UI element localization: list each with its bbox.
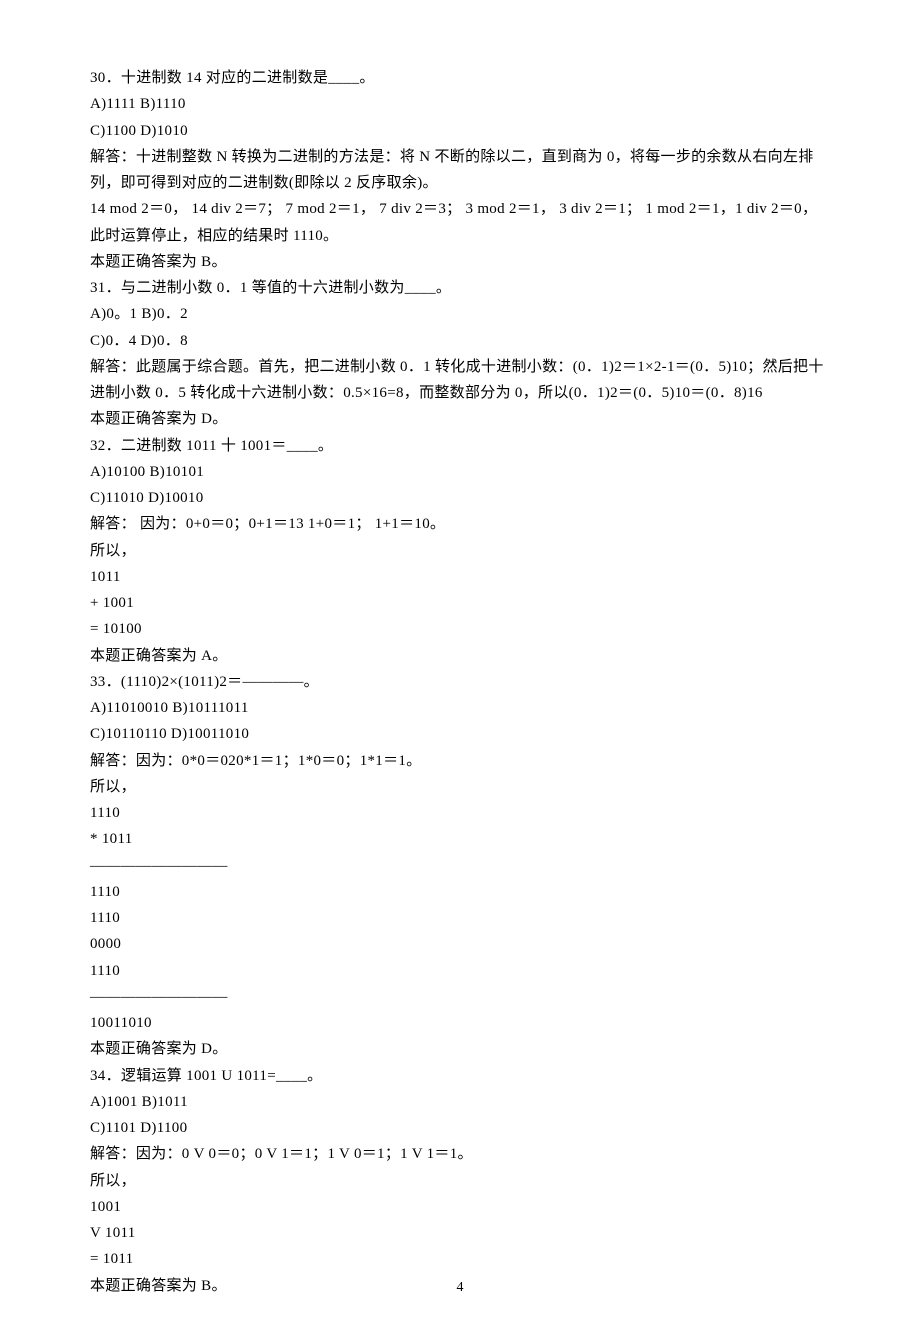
text-line: ————————— bbox=[90, 984, 830, 1010]
text-line: 30．十进制数 14 对应的二进制数是____。 bbox=[90, 65, 830, 91]
text-line: A)1001 B)1011 bbox=[90, 1089, 830, 1115]
page-number: 4 bbox=[0, 1276, 920, 1301]
text-line: 10011010 bbox=[90, 1010, 830, 1036]
text-line: 14 mod 2＝0， 14 div 2＝7； 7 mod 2＝1， 7 div… bbox=[90, 196, 830, 249]
text-line: 1001 bbox=[90, 1194, 830, 1220]
text-line: 33．(1110)2×(1011)2＝————。 bbox=[90, 669, 830, 695]
text-line: = 10100 bbox=[90, 616, 830, 642]
text-line: ————————— bbox=[90, 853, 830, 879]
text-line: * 1011 bbox=[90, 826, 830, 852]
text-line: + 1001 bbox=[90, 590, 830, 616]
text-line: 1110 bbox=[90, 958, 830, 984]
text-line: 所以， bbox=[90, 774, 830, 800]
document-body: 30．十进制数 14 对应的二进制数是____。A)1111 B)1110C)1… bbox=[90, 65, 830, 1299]
text-line: C)0．4 D)0．8 bbox=[90, 328, 830, 354]
text-line: 本题正确答案为 D。 bbox=[90, 406, 830, 432]
text-line: = 1011 bbox=[90, 1246, 830, 1272]
text-line: 本题正确答案为 B。 bbox=[90, 249, 830, 275]
text-line: A)1111 B)1110 bbox=[90, 91, 830, 117]
text-line: C)10110110 D)10011010 bbox=[90, 721, 830, 747]
text-line: A)10100 B)10101 bbox=[90, 459, 830, 485]
text-line: V 1011 bbox=[90, 1220, 830, 1246]
text-line: 1110 bbox=[90, 905, 830, 931]
text-line: 解答：十进制整数 N 转换为二进制的方法是：将 N 不断的除以二，直到商为 0，… bbox=[90, 144, 830, 197]
text-line: 1110 bbox=[90, 879, 830, 905]
text-line: C)1100 D)1010 bbox=[90, 118, 830, 144]
text-line: 解答：因为：0 V 0＝0；0 V 1＝1；1 V 0＝1；1 V 1＝1。 bbox=[90, 1141, 830, 1167]
text-line: 解答：因为：0*0＝020*1＝1；1*0＝0；1*1＝1。 bbox=[90, 748, 830, 774]
text-line: 1011 bbox=[90, 564, 830, 590]
text-line: 所以， bbox=[90, 538, 830, 564]
text-line: 34．逻辑运算 1001 U 1011=____。 bbox=[90, 1063, 830, 1089]
text-line: A)0。1 B)0．2 bbox=[90, 301, 830, 327]
text-line: 31．与二进制小数 0．1 等值的十六进制小数为____。 bbox=[90, 275, 830, 301]
text-line: A)11010010 B)10111011 bbox=[90, 695, 830, 721]
text-line: 1110 bbox=[90, 800, 830, 826]
text-line: 0000 bbox=[90, 931, 830, 957]
document-page: 30．十进制数 14 对应的二进制数是____。A)1111 B)1110C)1… bbox=[0, 0, 920, 1329]
text-line: C)11010 D)10010 bbox=[90, 485, 830, 511]
text-line: 解答：此题属于综合题。首先，把二进制小数 0．1 转化成十进制小数：(0．1)2… bbox=[90, 354, 830, 407]
text-line: 解答： 因为：0+0＝0；0+1＝13 1+0＝1； 1+1＝10。 bbox=[90, 511, 830, 537]
text-line: 所以， bbox=[90, 1168, 830, 1194]
text-line: 32．二进制数 1011 十 1001＝____。 bbox=[90, 433, 830, 459]
text-line: C)1101 D)1100 bbox=[90, 1115, 830, 1141]
text-line: 本题正确答案为 D。 bbox=[90, 1036, 830, 1062]
text-line: 本题正确答案为 A。 bbox=[90, 643, 830, 669]
